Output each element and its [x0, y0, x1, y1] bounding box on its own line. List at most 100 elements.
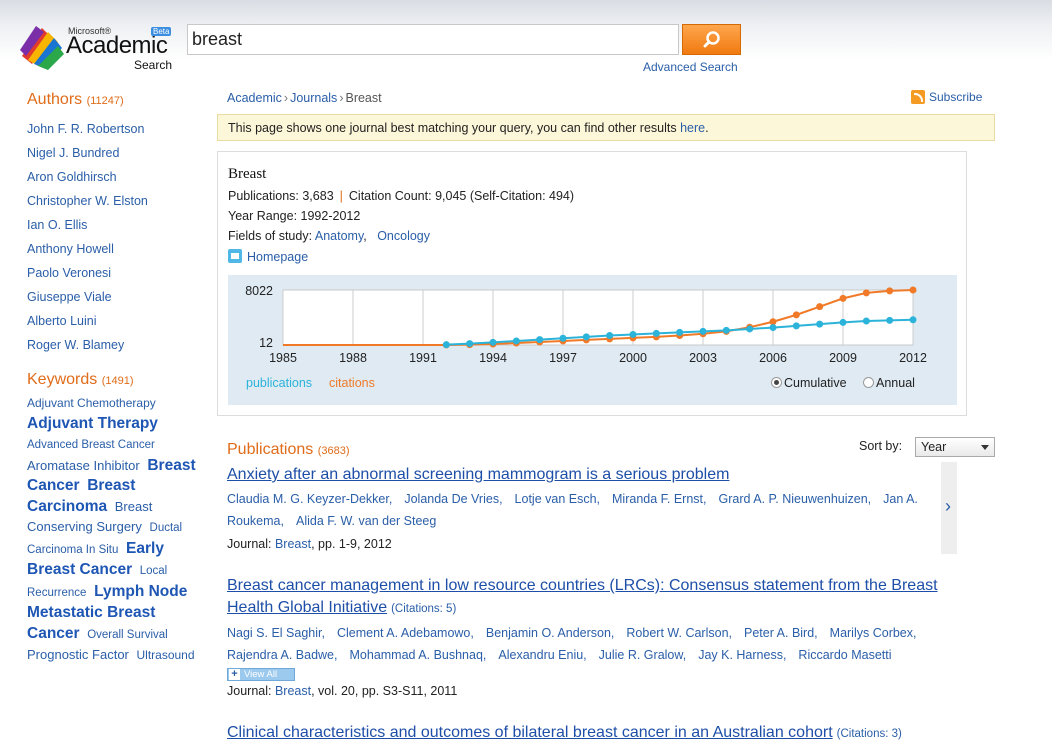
- legend-publications[interactable]: publications: [246, 376, 312, 390]
- next-arrow-tab[interactable]: [941, 462, 957, 554]
- journal-homepage[interactable]: Homepage: [228, 249, 308, 264]
- author-link[interactable]: Anthony Howell: [27, 242, 114, 256]
- legend-citations[interactable]: citations: [329, 376, 375, 390]
- keyword-link[interactable]: Overall Survival: [87, 629, 168, 641]
- rss-icon: [911, 90, 925, 104]
- author-link[interactable]: Jan A.: [883, 492, 918, 506]
- author-link[interactable]: Roger W. Blamey: [27, 338, 124, 352]
- sort-label: Sort by:: [859, 439, 903, 453]
- publications-point: [629, 330, 637, 338]
- chart-svg: 1985 1988 1991 1994 1997 2000 2003 2006 2009 2012…: [245, 284, 927, 365]
- author-link[interactable]: Peter A. Bird,: [744, 626, 818, 640]
- author-link[interactable]: Christopher W. Elston: [27, 194, 148, 208]
- author-link[interactable]: Aron Goldhirsch: [27, 170, 117, 184]
- search-button[interactable]: [682, 24, 741, 55]
- author-link[interactable]: Rajendra A. Badwe,: [227, 648, 338, 662]
- author-link[interactable]: Clement A. Adebamowo,: [337, 626, 474, 640]
- citations-count[interactable]: (Citations: 5): [391, 598, 456, 620]
- keywords-title: Keywords: [27, 371, 98, 388]
- author-link[interactable]: Giuseppe Viale: [27, 290, 112, 304]
- author-link[interactable]: Benjamin O. Anderson,: [486, 626, 615, 640]
- author-link[interactable]: Robert W. Carlson,: [626, 626, 732, 640]
- journal-stats: Publications: 3,683 | Citation Count: 9,04…: [228, 189, 574, 203]
- publication-journal: Journal: Breast, pp. 1-9, 2012: [227, 537, 392, 551]
- author-link[interactable]: Roukema,: [227, 514, 284, 528]
- publications-point: [536, 336, 544, 344]
- author-link[interactable]: Claudia M. G. Keyzer-Dekker,: [227, 492, 392, 506]
- keyword-link[interactable]: Ultrasound: [137, 648, 195, 662]
- publication-title: Breast cancer management in low resource…: [227, 575, 967, 620]
- keyword-link[interactable]: Advanced Breast Cancer: [27, 439, 155, 451]
- field-link-oncology[interactable]: Oncology: [377, 229, 430, 243]
- cumulative-radio[interactable]: Cumulative: [771, 376, 847, 390]
- author-link[interactable]: Jay K. Harness,: [698, 648, 786, 662]
- annual-radio[interactable]: Annual: [863, 376, 915, 390]
- stats-divider: |: [339, 189, 343, 203]
- radio-selected-icon: [771, 377, 782, 388]
- breadcrumb-journals[interactable]: Journals: [290, 91, 337, 105]
- citations-point: [886, 287, 894, 295]
- citations-count[interactable]: (Citations: 3): [837, 723, 902, 745]
- author-link[interactable]: Ian O. Ellis: [27, 218, 87, 232]
- notice-here-link[interactable]: here: [680, 121, 705, 135]
- y-tick-label: 12: [259, 336, 273, 350]
- publication-title-link[interactable]: Anxiety after an abnormal screening mamm…: [227, 464, 729, 486]
- author-link[interactable]: Lotje van Esch,: [515, 492, 600, 506]
- author-link[interactable]: Nigel J. Bundred: [27, 146, 119, 160]
- journal-summary-box: Breast Publications: 3,683 | Citation Coun…: [217, 151, 967, 416]
- breadcrumb-separator: ›: [283, 91, 289, 105]
- subscribe-link[interactable]: Subscribe: [911, 90, 982, 104]
- view-all-button[interactable]: + View All: [227, 668, 295, 681]
- author-link[interactable]: Jolanda De Vries,: [404, 492, 502, 506]
- logo-academic-text: Academic: [66, 32, 168, 59]
- author-link[interactable]: Nagi S. El Saghir,: [227, 626, 325, 640]
- author-link[interactable]: John F. R. Robertson: [27, 122, 144, 136]
- x-tick-label: 1991: [409, 351, 437, 365]
- journal-label: Journal:: [227, 537, 272, 551]
- journal-link[interactable]: Breast: [275, 684, 311, 698]
- logo-ribbon-icon: [20, 26, 64, 70]
- publication-title-link[interactable]: Clinical characteristics and outcomes of…: [227, 724, 833, 741]
- academic-search-logo[interactable]: Microsoft® Academic Search Beta: [18, 20, 178, 76]
- author-link[interactable]: Julie R. Gralow,: [599, 648, 687, 662]
- author-link[interactable]: Grard A. P. Nieuwenhuizen,: [719, 492, 872, 506]
- field-link-anatomy[interactable]: Anatomy: [315, 229, 363, 243]
- keywords-heading[interactable]: Keywords (1491): [27, 371, 134, 389]
- keyword-link[interactable]: Aromatase Inhibitor: [27, 458, 140, 473]
- x-tick-label: 2009: [829, 351, 857, 365]
- keyword-cloud: Adjuvant Chemotherapy Adjuvant Therapy A…: [27, 393, 205, 666]
- publications-label: Publications:: [228, 189, 299, 203]
- author-link[interactable]: Alida F. W. van der Steeg: [296, 514, 436, 528]
- breadcrumb-academic[interactable]: Academic: [227, 91, 282, 105]
- publication-details: , vol. 20, pp. S3-S11, 2011: [311, 684, 458, 698]
- publications-point: [769, 324, 777, 332]
- publications-point: [676, 328, 684, 336]
- plus-icon: +: [229, 669, 240, 680]
- citations-point: [792, 311, 800, 319]
- author-link[interactable]: Alberto Luini: [27, 314, 97, 328]
- publication-title-link[interactable]: Breast cancer management in low resource…: [227, 577, 938, 594]
- author-link[interactable]: Riccardo Masetti: [798, 648, 891, 662]
- keyword-link[interactable]: Lymph Node: [94, 583, 187, 600]
- beta-badge: Beta: [151, 27, 172, 36]
- journal-link[interactable]: Breast: [275, 537, 311, 551]
- author-link[interactable]: Paolo Veronesi: [27, 266, 111, 280]
- citation-count: 9,045: [435, 189, 467, 203]
- authors-heading[interactable]: Authors (11247): [27, 91, 124, 109]
- author-link[interactable]: Mohammad A. Bushnaq,: [350, 648, 487, 662]
- publications-heading[interactable]: Publications (3683): [227, 441, 350, 459]
- author-link[interactable]: Miranda F. Ernst,: [612, 492, 706, 506]
- author-link[interactable]: Marilys Corbex,: [830, 626, 917, 640]
- advanced-search-link[interactable]: Advanced Search: [643, 60, 738, 74]
- homepage-link[interactable]: Homepage: [247, 250, 308, 264]
- notice-text: This page shows one journal best matchin…: [228, 121, 681, 135]
- author-link[interactable]: Alexandru Eniu,: [498, 648, 586, 662]
- keyword-link[interactable]: Prognostic Factor: [27, 647, 129, 662]
- search-input[interactable]: [187, 24, 679, 55]
- keyword-link[interactable]: Adjuvant Chemotherapy: [27, 396, 156, 410]
- sort-select[interactable]: Year: [915, 437, 995, 457]
- x-tick-label: 1988: [339, 351, 367, 365]
- publications-count: 3,683: [302, 189, 334, 203]
- keyword-link[interactable]: Adjuvant Therapy: [27, 415, 158, 432]
- publication-title-link[interactable]: Health Global Initiative: [227, 599, 387, 616]
